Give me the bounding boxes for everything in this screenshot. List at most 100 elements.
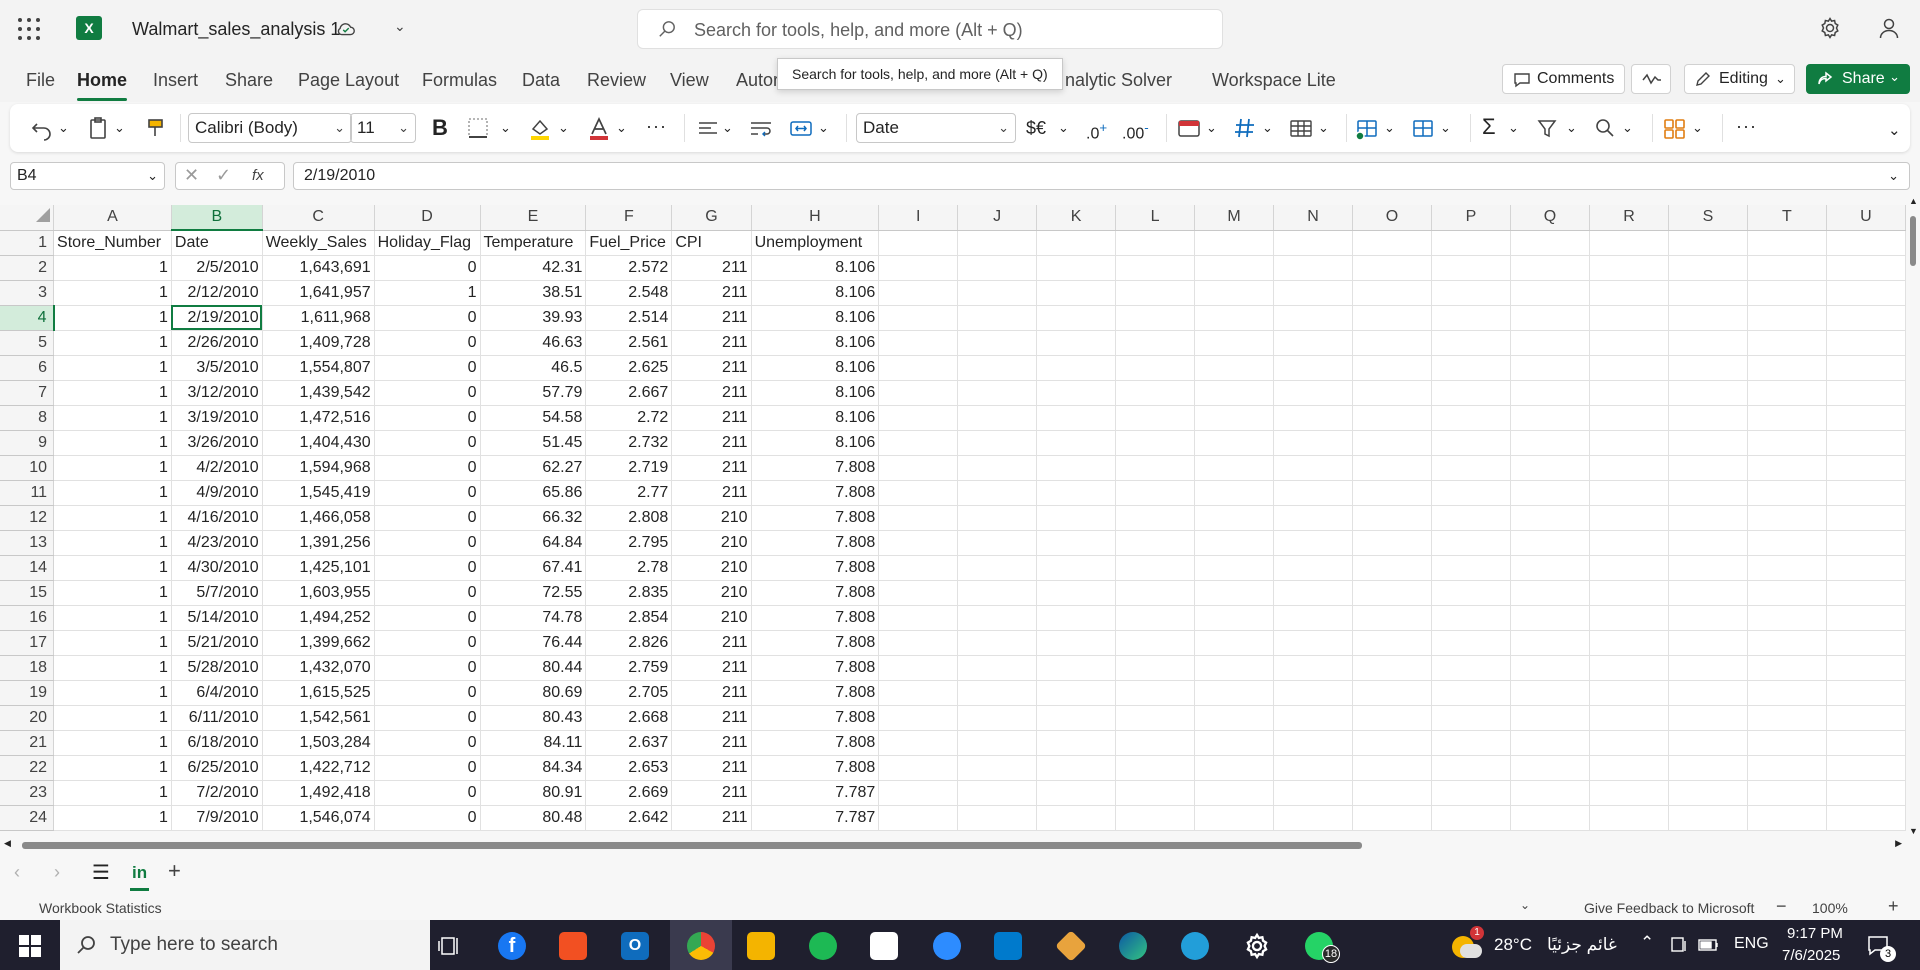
cell[interactable]: 7.787 (751, 805, 880, 831)
zoom-out-icon[interactable]: − (1776, 896, 1787, 917)
cell[interactable] (1589, 430, 1669, 456)
cell[interactable] (957, 380, 1038, 406)
cell[interactable] (878, 280, 959, 306)
cell[interactable]: 2.548 (585, 280, 673, 306)
cell[interactable] (1352, 430, 1433, 456)
cell[interactable] (1826, 530, 1906, 556)
cell[interactable]: 211 (671, 405, 752, 431)
cell[interactable] (1826, 630, 1906, 656)
cell[interactable] (1747, 730, 1827, 756)
header-cell[interactable]: Weekly_Sales (262, 230, 375, 256)
sheet-tab-in[interactable]: in (129, 863, 150, 891)
cell[interactable]: 0 (374, 330, 481, 356)
column-header-p[interactable]: P (1431, 205, 1511, 231)
cell[interactable] (957, 555, 1038, 581)
gear-icon[interactable] (1818, 16, 1842, 40)
align-icon[interactable] (696, 114, 720, 142)
cell[interactable] (1510, 655, 1590, 681)
editing-mode-button[interactable]: Editing ⌄ (1684, 64, 1795, 94)
cell[interactable] (1826, 355, 1906, 381)
cell[interactable] (1747, 605, 1827, 631)
cell[interactable] (1747, 755, 1827, 781)
cell[interactable] (1589, 780, 1669, 806)
cell[interactable]: 46.63 (480, 330, 587, 356)
cell[interactable]: 0 (374, 505, 481, 531)
cell[interactable] (1510, 330, 1590, 356)
cell[interactable] (1510, 280, 1590, 306)
tab-workspace-lite[interactable]: Workspace Lite (1212, 70, 1336, 91)
cell[interactable] (1747, 305, 1827, 331)
cell[interactable] (1352, 630, 1433, 656)
cell[interactable] (878, 780, 959, 806)
cell[interactable] (1352, 780, 1433, 806)
cell[interactable] (878, 605, 959, 631)
cell[interactable] (878, 355, 959, 381)
cell[interactable]: 7.808 (751, 755, 880, 781)
cell[interactable] (878, 805, 959, 831)
cell[interactable]: 1 (53, 705, 172, 731)
cell[interactable] (1194, 455, 1275, 481)
row-header[interactable]: 17 (0, 630, 55, 656)
cell[interactable] (1826, 755, 1906, 781)
cell[interactable]: 1,399,662 (262, 630, 375, 656)
cell[interactable]: 0 (374, 430, 481, 456)
cell[interactable] (1826, 255, 1906, 281)
cell[interactable] (1273, 380, 1354, 406)
cell[interactable]: 1,494,252 (262, 605, 375, 631)
cell[interactable]: 1,439,542 (262, 380, 375, 406)
cell[interactable]: 211 (671, 455, 752, 481)
cell[interactable] (1036, 530, 1117, 556)
cell[interactable]: 211 (671, 755, 752, 781)
clock-time[interactable]: 9:17 PM (1787, 925, 1843, 942)
cell[interactable] (1668, 655, 1748, 681)
cell[interactable] (1273, 330, 1354, 356)
cell[interactable] (957, 805, 1038, 831)
chevron-down-icon[interactable]: ⌄ (1508, 114, 1519, 142)
cell[interactable]: 1 (53, 555, 172, 581)
cell[interactable]: 64.84 (480, 530, 587, 556)
cell[interactable] (1194, 780, 1275, 806)
cell[interactable]: 211 (671, 680, 752, 706)
add-sheet-icon[interactable]: + (168, 858, 181, 884)
scroll-right-icon[interactable]: ▶ (1895, 838, 1902, 849)
cell[interactable] (1668, 380, 1748, 406)
insert-cells-icon[interactable] (1354, 114, 1380, 142)
column-header-a[interactable]: A (53, 205, 172, 231)
row-header[interactable]: 23 (0, 780, 55, 806)
cell[interactable]: 211 (671, 705, 752, 731)
cell[interactable] (1115, 305, 1196, 331)
column-header-e[interactable]: E (480, 205, 587, 231)
cell[interactable] (1826, 505, 1906, 531)
cell[interactable] (1826, 480, 1906, 506)
row-header[interactable]: 1 (0, 230, 55, 256)
row-header[interactable]: 3 (0, 280, 55, 306)
cell[interactable] (1431, 530, 1511, 556)
cell[interactable]: 210 (671, 505, 752, 531)
cell[interactable] (1352, 330, 1433, 356)
cell[interactable] (1036, 605, 1117, 631)
cell[interactable] (957, 255, 1038, 281)
chevron-down-icon[interactable]: ⌄ (1692, 114, 1703, 142)
cell[interactable] (1273, 455, 1354, 481)
tab-view[interactable]: View (670, 70, 709, 91)
row-header[interactable]: 11 (0, 480, 55, 506)
cell[interactable]: 80.44 (480, 655, 587, 681)
cell[interactable] (957, 505, 1038, 531)
cell[interactable]: 1 (53, 680, 172, 706)
cell[interactable] (878, 230, 959, 256)
cell[interactable] (1115, 380, 1196, 406)
cell[interactable] (1510, 680, 1590, 706)
cell[interactable]: 2/12/2010 (171, 280, 263, 306)
cell[interactable] (1589, 505, 1669, 531)
active-cell[interactable]: 2/19/2010 (171, 305, 263, 331)
cell[interactable]: 7.808 (751, 530, 880, 556)
cell[interactable]: 1 (53, 730, 172, 756)
cell[interactable]: 211 (671, 280, 752, 306)
cell[interactable]: 8.106 (751, 430, 880, 456)
cell[interactable] (878, 630, 959, 656)
cell[interactable] (1194, 380, 1275, 406)
cell[interactable]: 84.34 (480, 755, 587, 781)
cell[interactable] (1668, 605, 1748, 631)
cell[interactable] (1194, 655, 1275, 681)
cell[interactable] (1826, 805, 1906, 831)
